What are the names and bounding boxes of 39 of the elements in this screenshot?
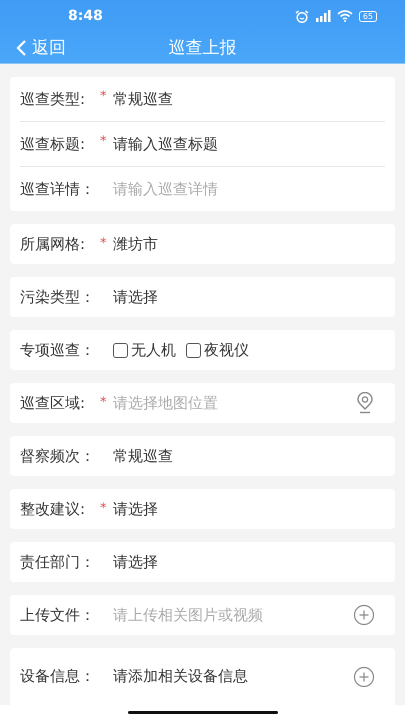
field-label: 设备信息： [20,667,96,686]
field-label: 巡查标题: [20,134,86,154]
field-value[interactable]: 潍坊市 [113,234,385,254]
alarm-icon [294,10,309,22]
required-mark: * [100,89,108,104]
field-label: 巡查区域: [20,394,86,412]
checkbox-label[interactable]: 无人机 [131,340,176,360]
wifi-icon [336,10,353,22]
field-value[interactable]: 请选择 [113,288,385,306]
field-label: 巡查详情： [20,180,96,198]
field-value[interactable]: 请添加相关设备信息 [113,667,353,686]
battery-indicator: 65 [358,10,377,22]
checkbox[interactable] [113,342,128,358]
field-value[interactable]: 请输入巡查标题 [113,134,385,154]
chevron-left-icon [16,38,27,56]
signal-icon [314,10,331,22]
field-value[interactable]: 常规巡查 [113,446,385,466]
required-mark: * [100,236,108,251]
required-mark: * [100,501,108,516]
field-label: 所属网格: [20,234,86,254]
page-title: 巡查上报 [168,37,236,59]
add-circle-icon[interactable] [353,604,375,626]
field-label: 责任部门： [20,552,96,572]
field-value[interactable]: 常规巡查 [113,90,385,108]
field-label: 巡查类型: [20,90,86,108]
add-circle-icon[interactable] [353,666,375,688]
field-label: 专项巡查： [20,340,96,360]
field-label: 整改建议: [20,500,86,518]
status-time: 8:48 [68,8,103,24]
field-label: 污染类型： [20,288,96,306]
field-label: 督察频次： [20,446,96,466]
location-pin-icon[interactable] [355,392,375,414]
checkbox-label[interactable]: 夜视仪 [204,340,249,360]
required-mark: * [100,395,108,410]
field-label: 上传文件： [20,606,96,624]
field-value[interactable]: 请选择 [113,500,385,518]
required-mark: * [100,134,108,149]
checkbox[interactable] [186,342,201,358]
field-value[interactable]: 请选择 [113,552,385,572]
